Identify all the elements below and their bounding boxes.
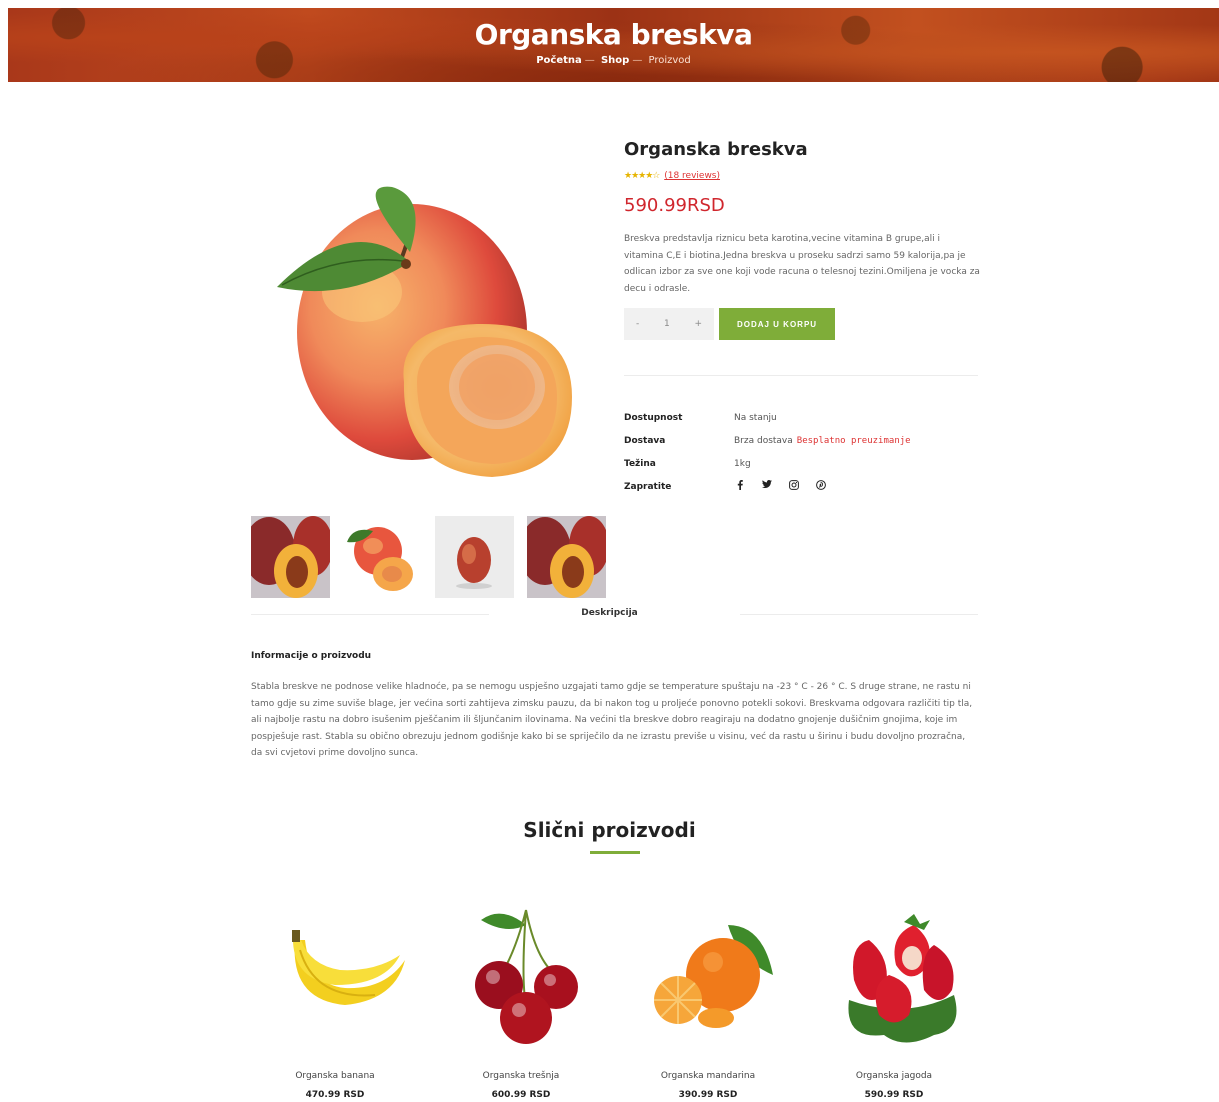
delivery-value: Brza dostava Besplatno preuzimanje	[734, 436, 911, 446]
meta-row-weight: Težina 1kg	[624, 452, 984, 475]
related-title: Slični proizvodi	[523, 818, 696, 842]
related-item[interactable]: Organska jagoda 590.99 RSD	[809, 900, 979, 1100]
reviews-link[interactable]: (18 reviews)	[664, 171, 720, 181]
meta-row-delivery: Dostava Brza dostava Besplatno preuzimanj…	[624, 429, 984, 452]
hero-title: Organska breskva	[474, 18, 753, 51]
thumbnail-gallery	[251, 516, 606, 598]
related-item-name[interactable]: Organska trešnja	[436, 1071, 606, 1081]
meta-row-follow: Zapratite	[624, 475, 984, 498]
quantity-decrease-button[interactable]: -	[636, 319, 639, 329]
related-item-name[interactable]: Organska mandarina	[623, 1071, 793, 1081]
quantity-stepper[interactable]: - 1 +	[624, 308, 714, 340]
related-item[interactable]: Organska trešnja 600.99 RSD	[436, 900, 606, 1100]
product-meta: Dostupnost Na stanju Dostava Brza dostav…	[624, 406, 984, 498]
product-rating: ★★★★☆ (18 reviews)	[624, 171, 720, 181]
availability-value: Na stanju	[734, 412, 777, 423]
product-main-image[interactable]	[252, 172, 582, 497]
instagram-icon[interactable]	[788, 480, 800, 493]
info-title: Informacije o proizvodu	[251, 651, 372, 661]
breadcrumb-separator: —	[584, 55, 595, 66]
hero-banner: Organska breskva Početna — Shop — Proizvod	[8, 8, 1219, 82]
meta-row-availability: Dostupnost Na stanju	[624, 406, 984, 429]
product-price: 590.99RSD	[624, 195, 725, 216]
quantity-increase-button[interactable]: +	[694, 319, 702, 329]
related-item[interactable]: Organska mandarina 390.99 RSD	[623, 900, 793, 1100]
cherry-image[interactable]	[451, 900, 591, 1050]
quantity-value[interactable]: 1	[664, 319, 670, 329]
add-to-cart-button[interactable]: DODAJ U KORPU	[719, 308, 835, 340]
thumbnail-4[interactable]	[527, 516, 606, 598]
banana-image[interactable]	[265, 900, 405, 1050]
breadcrumb-separator: —	[632, 55, 643, 66]
related-item-price: 600.99 RSD	[491, 1090, 551, 1100]
product-description: Breskva predstavlja riznicu beta karotin…	[624, 234, 980, 294]
follow-label: Zapratite	[624, 481, 672, 492]
divider	[624, 375, 978, 376]
pinterest-icon[interactable]	[815, 480, 827, 493]
thumbnail-2[interactable]	[343, 516, 422, 598]
mandarin-image[interactable]	[638, 900, 778, 1050]
delivery-label: Dostava	[624, 435, 666, 446]
related-item[interactable]: Organska banana 470.99 RSD	[250, 900, 420, 1100]
related-item-price: 390.99 RSD	[678, 1090, 738, 1100]
tab-description[interactable]: Deskripcija	[0, 608, 1219, 618]
related-item-price: 470.99 RSD	[305, 1090, 365, 1100]
related-item-name[interactable]: Organska banana	[250, 1071, 420, 1081]
breadcrumb-current: Proizvod	[648, 55, 691, 66]
info-text: Stabla breskve ne podnose velike hladnoć…	[251, 682, 973, 758]
breadcrumb-home[interactable]: Početna	[536, 55, 582, 66]
thumbnail-1[interactable]	[251, 516, 330, 598]
rating-stars: ★★★★☆	[624, 171, 660, 181]
free-pickup: Besplatno preuzimanje	[796, 435, 911, 446]
product-title: Organska breskva	[624, 139, 808, 160]
breadcrumb-shop[interactable]: Shop	[601, 55, 629, 66]
thumbnail-3[interactable]	[435, 516, 514, 598]
breadcrumb: Početna — Shop — Proizvod	[8, 55, 1219, 66]
twitter-icon[interactable]	[761, 480, 773, 493]
related-item-price: 590.99 RSD	[864, 1090, 924, 1100]
weight-value: 1kg	[734, 458, 751, 469]
facebook-icon[interactable]	[734, 480, 746, 493]
strawberry-image[interactable]	[824, 900, 964, 1050]
availability-label: Dostupnost	[624, 412, 683, 423]
related-underline	[590, 851, 640, 854]
weight-label: Težina	[624, 458, 656, 469]
social-links	[734, 480, 827, 493]
delivery-type: Brza dostava	[734, 435, 793, 446]
related-item-name[interactable]: Organska jagoda	[809, 1071, 979, 1081]
